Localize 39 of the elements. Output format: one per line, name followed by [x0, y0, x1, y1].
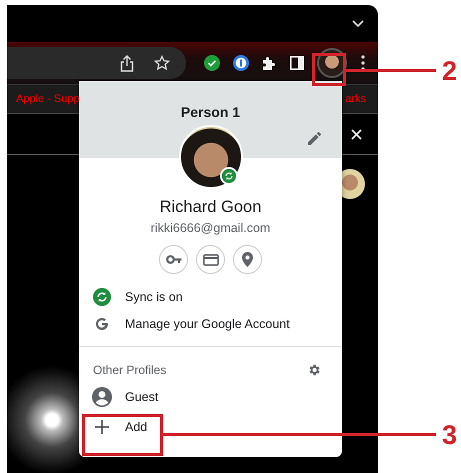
close-icon[interactable] — [351, 128, 362, 140]
sync-icon — [93, 288, 111, 306]
callout-number: 2 — [442, 58, 458, 85]
star-icon[interactable] — [154, 55, 170, 71]
account-name: Richard Goon — [158, 198, 262, 217]
sync-icon — [222, 169, 236, 183]
check-circle-icon[interactable] — [204, 55, 220, 71]
key-icon — [166, 255, 182, 264]
share-icon[interactable] — [120, 54, 134, 72]
sync-label: Sync is on — [125, 290, 183, 304]
passwords-button[interactable] — [159, 245, 188, 274]
bookmark-link[interactable]: arks — [345, 93, 366, 105]
manage-account-item[interactable]: Manage your Google Account — [79, 310, 342, 337]
google-g-icon — [95, 316, 109, 330]
side-panel-icon[interactable] — [290, 56, 304, 70]
payment-methods-button[interactable] — [196, 245, 225, 274]
key-circle-icon[interactable] — [233, 55, 249, 71]
section-heading: Other Profiles — [93, 363, 166, 377]
bookmark-link[interactable]: Apple - Supp — [16, 93, 80, 105]
profile-title: Person 1 — [180, 104, 240, 120]
manage-account-label: Manage your Google Account — [125, 316, 290, 330]
profile-item[interactable]: Guest — [79, 382, 342, 412]
location-pin-icon — [242, 252, 253, 267]
pencil-icon[interactable] — [308, 132, 321, 145]
puzzle-icon[interactable] — [262, 56, 277, 70]
callout-box — [312, 53, 346, 86]
callout-number: 3 — [442, 422, 458, 449]
profile-label: Guest — [125, 390, 158, 404]
profile-label: Add — [125, 420, 148, 434]
sync-status-item[interactable]: Sync is on — [79, 283, 342, 310]
account-email: rikki6666@gmail.com — [150, 221, 272, 235]
settings-icon[interactable] — [307, 363, 321, 377]
address-bar[interactable] — [7, 47, 186, 79]
add-profile-item[interactable]: Add — [79, 412, 342, 442]
addresses-button[interactable] — [233, 245, 262, 274]
person-icon — [92, 387, 112, 407]
plus-icon — [95, 420, 109, 434]
chevron-down-icon[interactable] — [352, 20, 364, 28]
credit-card-icon — [202, 254, 218, 266]
